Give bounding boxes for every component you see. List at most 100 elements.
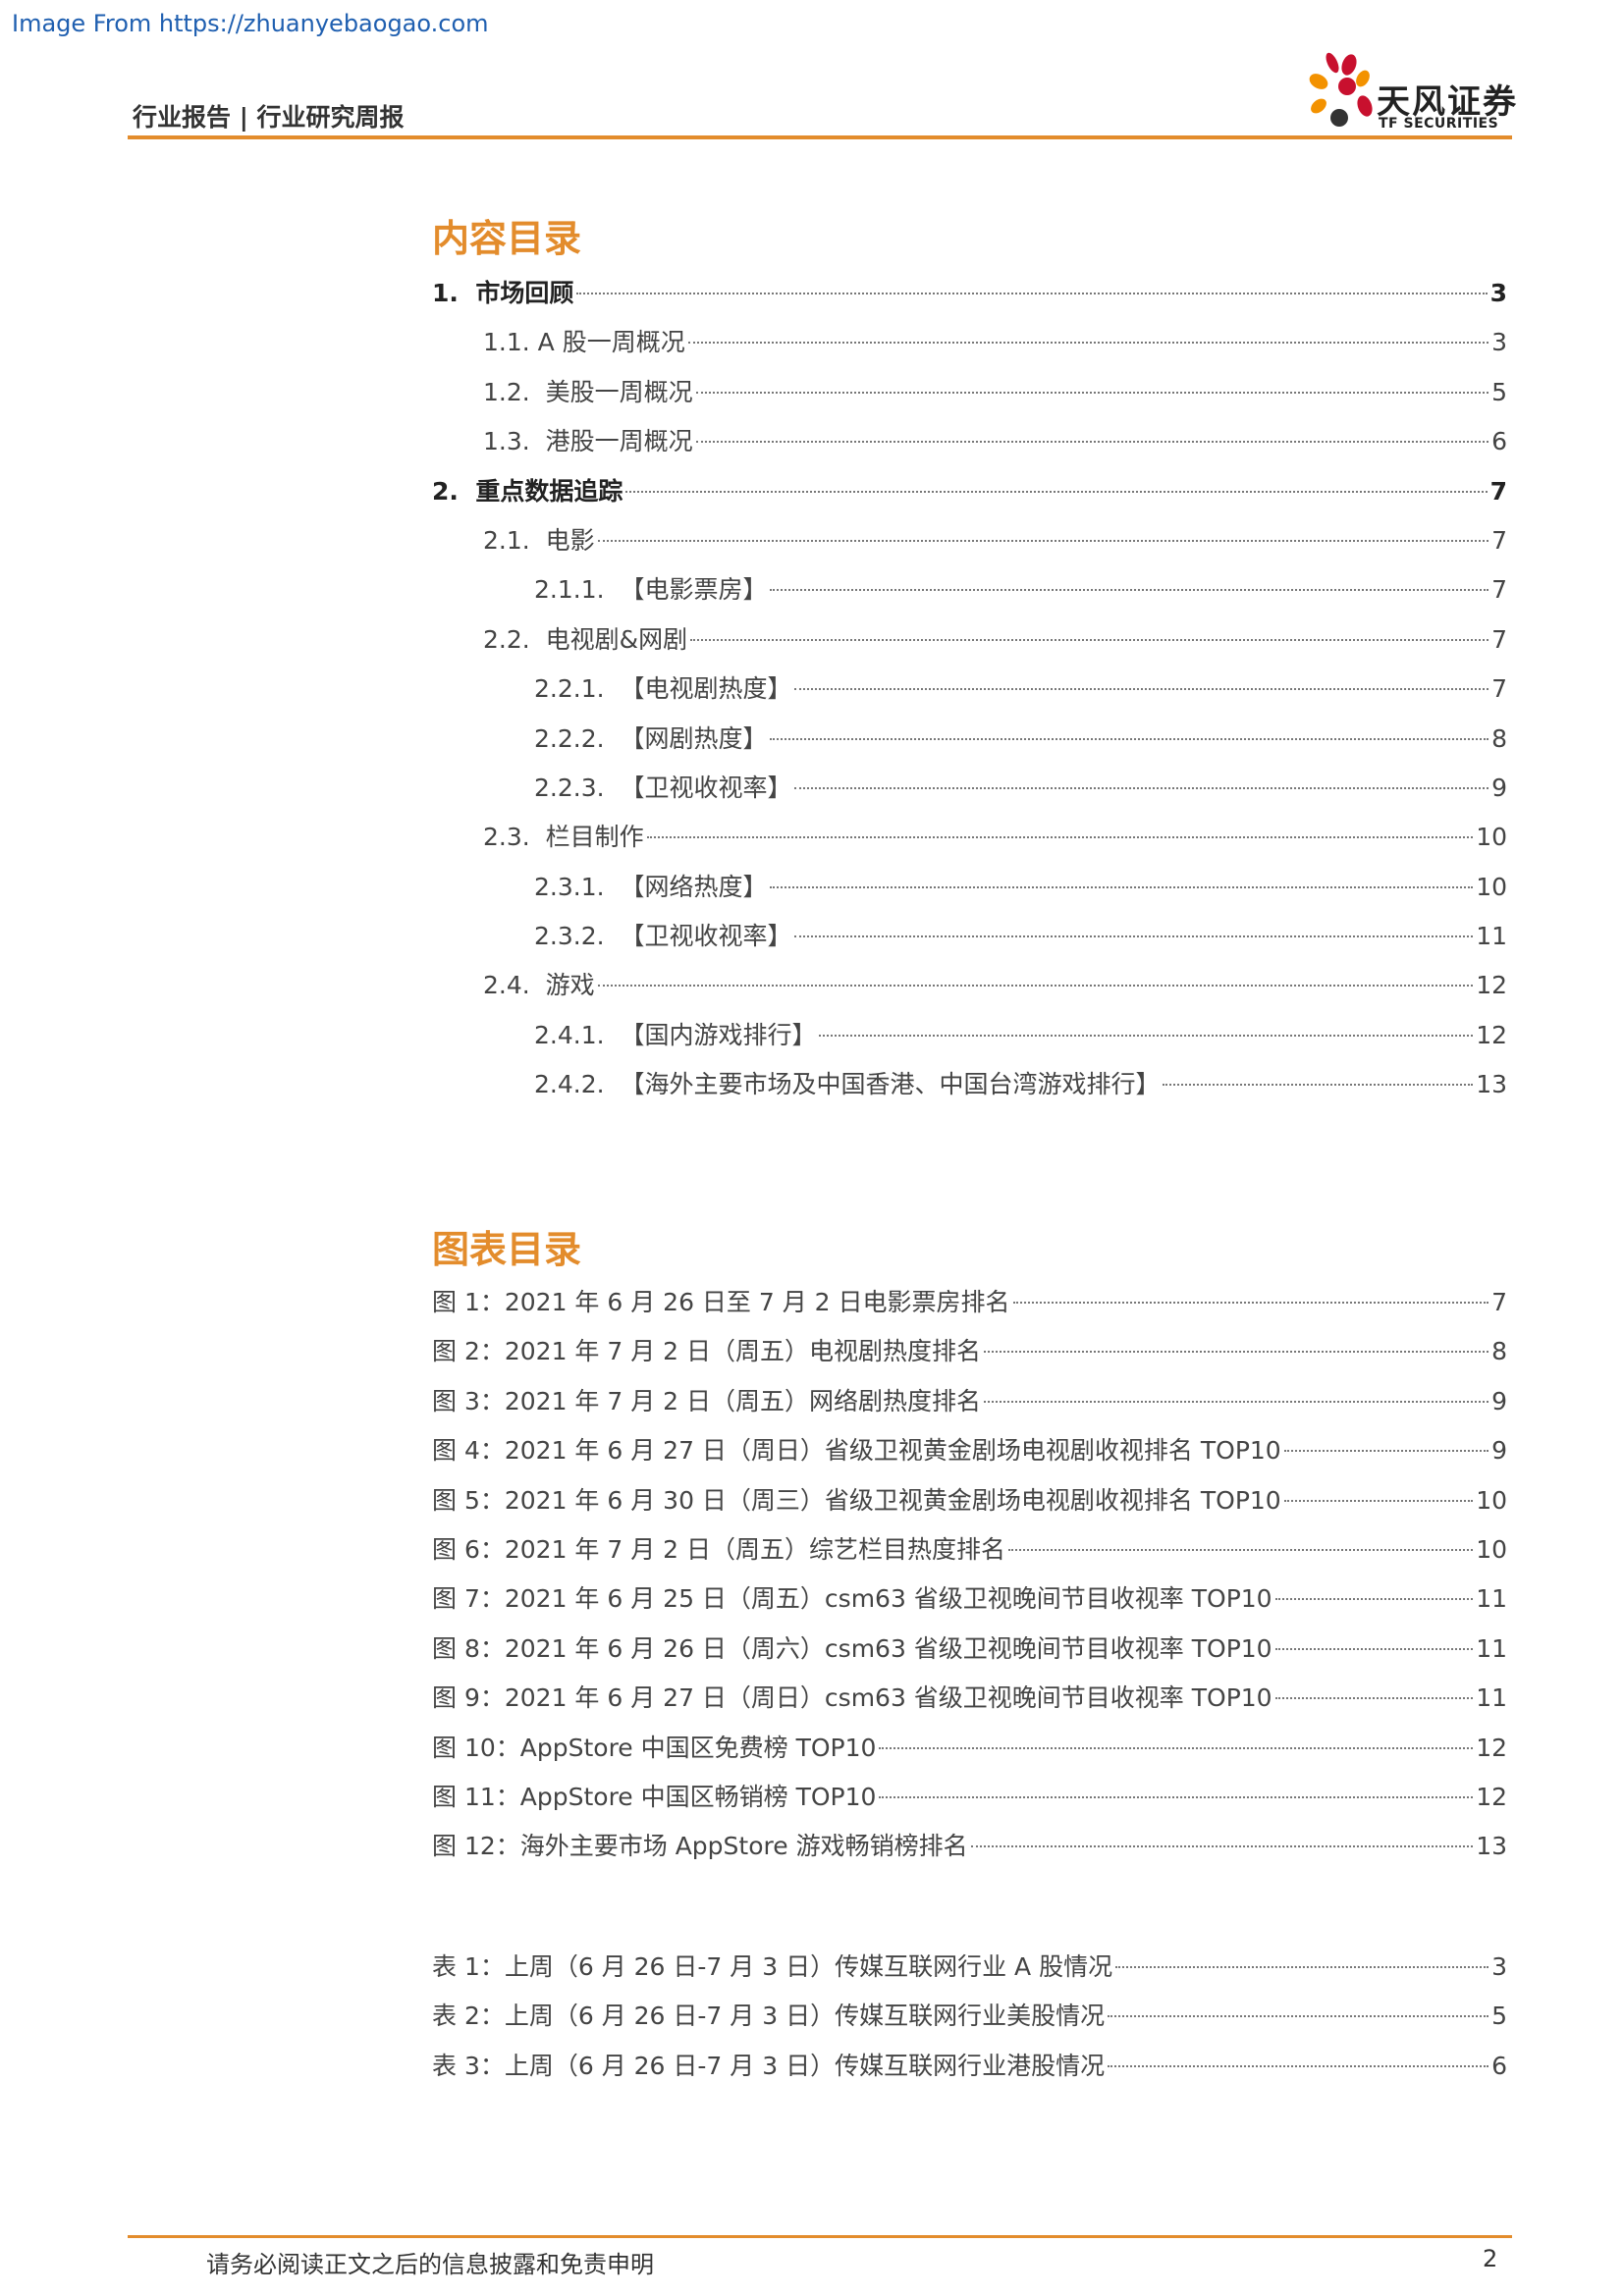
dot-leader [970, 1845, 1474, 1848]
toc-entry-page: 3 [1489, 279, 1507, 307]
toc-entry-page: 10 [1476, 823, 1507, 852]
toc-entry-label: 【国内游戏排行】 [620, 1020, 817, 1049]
dot-leader [576, 293, 1488, 294]
dot-leader [1163, 1084, 1474, 1087]
dot-leader [646, 836, 1474, 839]
toc-entry[interactable]: 表 1：上周（6 月 26 日-7 月 3 日）传媒互联网行业 A 股情况 3 [432, 1943, 1507, 1992]
toc-entry[interactable]: 图 10：AppStore 中国区免费榜 TOP10 12 [432, 1724, 1507, 1773]
toc-entry-label: 图 8：2021 年 6 月 26 日（周六）csm63 省级卫视晚间节目收视率… [432, 1633, 1272, 1663]
toc-entry-page: 7 [1491, 525, 1507, 555]
toc-entry[interactable]: 图 12：海外主要市场 AppStore 游戏畅销榜排名 13 [432, 1822, 1507, 1871]
toc-entry-label: 港股一周概况 [545, 427, 693, 456]
toc-entry-page: 11 [1476, 922, 1507, 951]
toc-entry[interactable]: 图 9：2021 年 6 月 27 日（周日）csm63 省级卫视晚间节目收视率… [432, 1674, 1507, 1723]
toc-entry-page: 12 [1476, 1733, 1507, 1762]
toc-entry-label: 栏目制作 [545, 823, 644, 852]
toc-entry[interactable]: 2.3.1. 【网络热度】 10 [432, 863, 1507, 912]
dot-leader [1274, 1697, 1474, 1700]
contents-title: 内容目录 [432, 217, 582, 260]
toc-entry[interactable]: 图 4：2021 年 6 月 27 日（周日）省级卫视黄金剧场电视剧收视排名 T… [432, 1426, 1507, 1475]
toc-entry-label: 图 10：AppStore 中国区免费榜 TOP10 [432, 1733, 877, 1762]
toc-entry-label: A 股一周概况 [537, 328, 685, 357]
toc-entry-number: 2.4. [483, 971, 546, 1000]
toc-entry-page: 5 [1491, 377, 1507, 406]
toc-entry-label: 重点数据追踪 [475, 476, 623, 506]
report-category: 行业报告 | 行业研究周报 [133, 103, 405, 132]
toc-entry[interactable]: 表 3：上周（6 月 26 日-7 月 3 日）传媒互联网行业港股情况 6 [432, 2042, 1507, 2091]
dot-leader [1283, 1450, 1489, 1453]
toc-entry-page: 6 [1491, 2051, 1507, 2080]
dot-leader [794, 786, 1489, 789]
toc-entry[interactable]: 2.4.1. 【国内游戏排行】 12 [432, 1011, 1507, 1060]
toc-entry[interactable]: 2.2. 电视剧&网剧 7 [432, 615, 1507, 665]
footer-divider [128, 2235, 1512, 2238]
toc-entry-number: 1. [432, 279, 476, 307]
dot-leader [770, 737, 1489, 740]
toc-entry-page: 13 [1476, 1070, 1507, 1099]
toc-entry-page: 11 [1476, 1633, 1507, 1663]
toc-entry[interactable]: 2.2.1. 【电视剧热度】 7 [432, 665, 1507, 714]
dot-leader [1012, 1302, 1489, 1304]
toc-entry[interactable]: 1.1. A 股一周概况 3 [432, 318, 1507, 367]
toc-entry[interactable]: 2.2.3. 【卫视收视率】 9 [432, 764, 1507, 813]
dot-leader [794, 688, 1489, 691]
figures-list: 图 1：2021 年 6 月 26 日至 7 月 2 日电影票房排名 7 图 2：2… [432, 1278, 1507, 1872]
toc-entry[interactable]: 2.2.2. 【网剧热度】 8 [432, 715, 1507, 764]
toc-entry-page: 5 [1491, 2002, 1507, 2031]
toc-entry[interactable]: 图 11：AppStore 中国区畅销榜 TOP10 12 [432, 1773, 1507, 1822]
dot-leader [1274, 1598, 1474, 1601]
toc-entry[interactable]: 图 8：2021 年 6 月 26 日（周六）csm63 省级卫视晚间节目收视率… [432, 1625, 1507, 1674]
toc-entry-number: 2.3. [483, 823, 546, 852]
toc-entry[interactable]: 2.1.1. 【电影票房】 7 [432, 565, 1507, 614]
toc-entry-page: 10 [1476, 1485, 1507, 1515]
toc-entry-page: 8 [1491, 723, 1507, 753]
toc-entry[interactable]: 图 5：2021 年 6 月 30 日（周三）省级卫视黄金剧场电视剧收视排名 T… [432, 1476, 1507, 1525]
toc-entry-page: 11 [1476, 1584, 1507, 1614]
dot-leader [879, 1746, 1474, 1749]
dot-leader [695, 391, 1489, 394]
toc-entry[interactable]: 1. 市场回顾 3 [432, 269, 1507, 318]
toc-entry-label: 【海外主要市场及中国香港、中国台湾游戏排行】 [620, 1070, 1161, 1099]
toc-entry[interactable]: 1.3. 港股一周概况 6 [432, 417, 1507, 466]
toc-entry-number: 2. [432, 476, 476, 506]
toc-entry[interactable]: 2.3.2. 【卫视收视率】 11 [432, 912, 1507, 961]
toc-entry[interactable]: 2. 重点数据追踪 7 [432, 467, 1507, 516]
toc-entry-label: 【网络热度】 [620, 872, 768, 901]
toc-entry-page: 3 [1491, 1952, 1507, 1981]
watermark-text: Image From https://zhuanyebaogao.com [12, 10, 489, 37]
toc-entry-number: 2.2.1. [534, 674, 621, 704]
toc-entry[interactable]: 2.1. 电影 7 [432, 516, 1507, 565]
toc-entry-number: 2.2.2. [534, 723, 621, 753]
toc-entry-page: 13 [1476, 1832, 1507, 1861]
toc-entry-label: 【电视剧热度】 [620, 674, 792, 704]
toc-entry[interactable]: 图 7：2021 年 6 月 25 日（周五）csm63 省级卫视晚间节目收视率… [432, 1575, 1507, 1624]
toc-entry[interactable]: 2.4. 游戏 12 [432, 961, 1507, 1010]
footer-disclaimer: 请务必阅读正文之后的信息披露和免责申明 [206, 2251, 654, 2278]
toc-entry-label: 图 12：海外主要市场 AppStore 游戏畅销榜排名 [432, 1832, 968, 1861]
toc-entry-label: 图 3：2021 年 7 月 2 日（周五）网络剧热度排名 [432, 1386, 982, 1415]
toc-entry-label: 图 6：2021 年 7 月 2 日（周五）综艺栏目热度排名 [432, 1534, 1006, 1564]
toc-entry-number: 1.1. [483, 328, 538, 357]
toc-entry[interactable]: 表 2：上周（6 月 26 日-7 月 3 日）传媒互联网行业美股情况 5 [432, 1992, 1507, 2041]
toc-entry-number: 2.3.1. [534, 872, 621, 901]
toc-entry[interactable]: 图 1：2021 年 6 月 26 日至 7 月 2 日电影票房排名 7 [432, 1278, 1507, 1327]
toc-entry[interactable]: 2.4.2. 【海外主要市场及中国香港、中国台湾游戏排行】 13 [432, 1060, 1507, 1109]
toc-entry-label: 图 11：AppStore 中国区畅销榜 TOP10 [432, 1782, 877, 1811]
dot-leader [1108, 2064, 1489, 2067]
toc-entry[interactable]: 图 2：2021 年 7 月 2 日（周五）电视剧热度排名 8 [432, 1327, 1507, 1376]
toc-entry-number: 2.2. [483, 624, 546, 654]
toc-entry[interactable]: 2.3. 栏目制作 10 [432, 813, 1507, 862]
dot-leader [690, 638, 1489, 641]
toc-entry-page: 7 [1491, 674, 1507, 704]
toc-entry[interactable]: 图 3：2021 年 7 月 2 日（周五）网络剧热度排名 9 [432, 1377, 1507, 1426]
contents-list: 1. 市场回顾 3 1.1. A 股一周概况 3 1.2. 美股一周概况 5 1.3. 港股… [432, 269, 1507, 1110]
dot-leader [1274, 1647, 1474, 1650]
toc-entry-label: 图 1：2021 年 6 月 26 日至 7 月 2 日电影票房排名 [432, 1288, 1010, 1316]
toc-entry-label: 图 9：2021 年 6 月 27 日（周日）csm63 省级卫视晚间节目收视率… [432, 1683, 1272, 1713]
toc-entry[interactable]: 图 6：2021 年 7 月 2 日（周五）综艺栏目热度排名 10 [432, 1525, 1507, 1575]
dot-leader [770, 885, 1474, 888]
dot-leader [770, 589, 1489, 592]
dot-leader [819, 1034, 1474, 1037]
toc-entry[interactable]: 1.2. 美股一周概况 5 [432, 368, 1507, 417]
toc-entry-page: 3 [1491, 328, 1507, 357]
